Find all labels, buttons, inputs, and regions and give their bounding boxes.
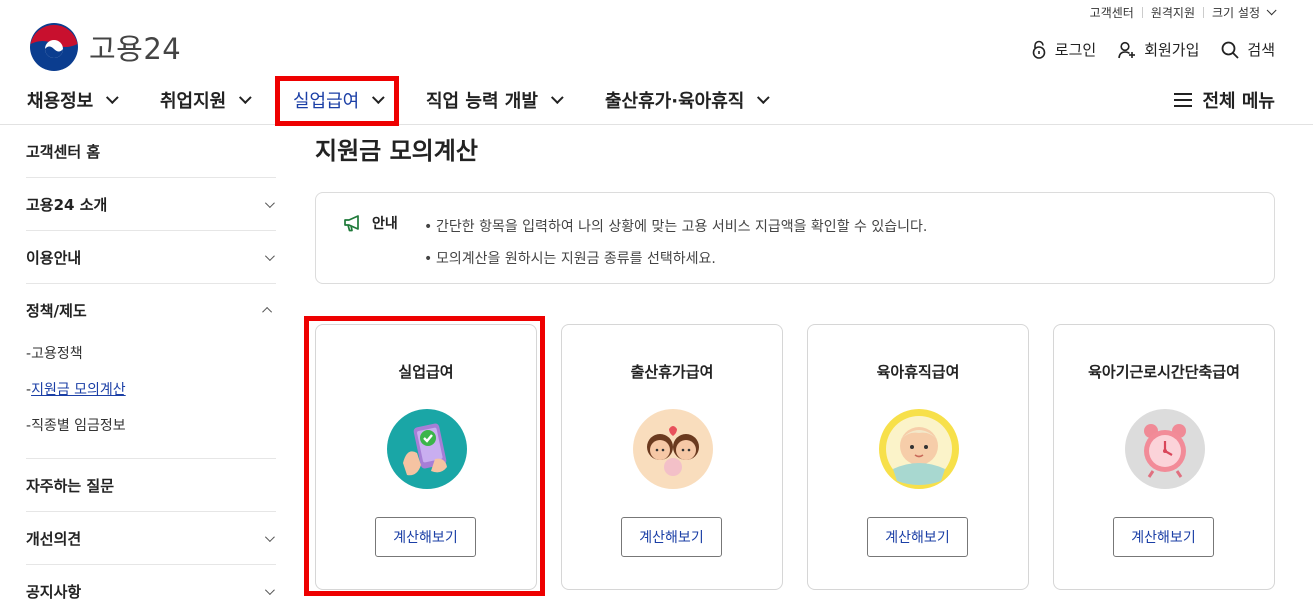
side-item-label: 정책/제도 xyxy=(26,301,87,320)
side-item-label: 고객센터 홈 xyxy=(26,142,101,161)
card-title: 실업급여 xyxy=(398,363,454,381)
hamburger-icon xyxy=(1174,93,1193,107)
gnb-item-label: 실업급여 xyxy=(293,91,360,112)
card-reduced-hours-benefit[interactable]: 육아기근로시간단축급여 계산해보기 xyxy=(1053,324,1275,590)
all-menu-button[interactable]: 전체 메뉴 xyxy=(1174,76,1275,124)
side-subitem-employment-policy[interactable]: -고용정책 xyxy=(26,336,276,372)
site-logo[interactable]: 고용24 xyxy=(29,22,181,72)
chevron-down-icon xyxy=(264,584,275,595)
font-size-setting[interactable]: 크기 설정 xyxy=(1212,4,1260,21)
card-unemployment-benefit[interactable]: 실업급여 계산해보기 xyxy=(315,324,537,590)
divider xyxy=(1141,7,1143,18)
notice-item: 간단한 항목을 입력하여 나의 상황에 맞는 고용 서비스 지급액을 확인할 수… xyxy=(424,211,927,243)
calculate-button[interactable]: 계산해보기 xyxy=(867,517,968,557)
global-nav: 채용정보 취업지원 실업급여 직업 능력 개발 출산휴가·육아휴직 전체 메뉴 xyxy=(0,76,1313,125)
side-item-guide[interactable]: 이용안내 xyxy=(26,231,276,283)
page-title: 지원금 모의계산 xyxy=(315,137,478,165)
gnb-item-job-info[interactable]: 채용정보 xyxy=(27,76,119,124)
side-item-notice[interactable]: 공지사항 xyxy=(26,565,276,599)
alarm-clock-icon xyxy=(1125,409,1205,489)
side-section-notice: 공지사항 xyxy=(26,565,276,599)
side-item-about[interactable]: 고용24 소개 xyxy=(26,178,276,230)
card-title: 출산휴가급여 xyxy=(630,363,714,381)
logo-text: 고용24 xyxy=(89,32,182,66)
megaphone-icon xyxy=(344,215,359,232)
divider xyxy=(1203,7,1205,18)
chevron-down-icon xyxy=(372,90,385,104)
account-actions: 로그인 회원가입 검색 xyxy=(1009,39,1275,60)
side-sublist: -고용정책 -지원금 모의계산 -직종별 임금정보 xyxy=(26,336,276,458)
chevron-down-icon xyxy=(106,90,119,104)
gnb-item-label: 취업지원 xyxy=(160,91,227,112)
chevron-down-icon xyxy=(1266,5,1277,16)
gnb-item-label: 직업 능력 개발 xyxy=(426,91,538,112)
card-title: 육아휴직급여 xyxy=(876,363,960,381)
remote-support-link[interactable]: 원격지원 xyxy=(1151,4,1195,21)
lock-icon xyxy=(1032,40,1046,59)
gnb-item-unemployment-benefit[interactable]: 실업급여 xyxy=(293,76,385,124)
side-item-policy[interactable]: 정책/제도 xyxy=(26,284,276,336)
card-maternity-leave-benefit[interactable]: 출산휴가급여 계산해보기 xyxy=(561,324,783,590)
all-menu-label: 전체 메뉴 xyxy=(1202,91,1275,112)
search-label: 검색 xyxy=(1247,41,1275,59)
notice-item: 모의계산을 원하시는 지원금 종류를 선택하세요. xyxy=(424,243,927,275)
side-item-label: 공지사항 xyxy=(26,582,82,599)
chevron-down-icon xyxy=(264,531,275,542)
notice-box: 안내 간단한 항목을 입력하여 나의 상황에 맞는 고용 서비스 지급액을 확인… xyxy=(315,192,1275,284)
side-nav: 고객센터 홈 고용24 소개 이용안내 정책/제도 -고용정책 -지원금 모의계… xyxy=(26,125,276,599)
chevron-down-icon xyxy=(264,197,275,208)
side-item-home[interactable]: 고객센터 홈 xyxy=(26,125,276,177)
gnb-item-vocational-training[interactable]: 직업 능력 개발 xyxy=(426,76,564,124)
chevron-down-icon xyxy=(264,250,275,261)
chevron-down-icon xyxy=(239,90,252,104)
calculate-button[interactable]: 계산해보기 xyxy=(1113,517,1214,557)
side-item-faq[interactable]: 자주하는 질문 xyxy=(26,459,276,511)
taegeuk-logo-icon xyxy=(30,23,78,71)
customer-center-link[interactable]: 고객센터 xyxy=(1090,4,1134,21)
card-title: 육아기근로시간단축급여 xyxy=(1088,363,1240,381)
side-subitem-label: 고용정책 xyxy=(31,346,83,362)
side-section-feedback: 개선의견 xyxy=(26,512,276,565)
side-item-label: 고용24 소개 xyxy=(26,195,108,214)
signup-label: 회원가입 xyxy=(1144,41,1200,59)
login-button[interactable]: 로그인 xyxy=(1031,39,1096,60)
notice-label: 안내 xyxy=(343,213,398,233)
side-section-guide: 이용안내 xyxy=(26,231,276,284)
chevron-down-icon xyxy=(550,90,564,104)
user-add-icon xyxy=(1118,41,1136,58)
side-section-faq: 자주하는 질문 xyxy=(26,459,276,512)
chevron-down-icon xyxy=(757,90,771,104)
notice-list: 간단한 항목을 입력하여 나의 상황에 맞는 고용 서비스 지급액을 확인할 수… xyxy=(424,211,927,275)
family-icon xyxy=(633,409,713,489)
side-subitem-subsidy-calculator[interactable]: -지원금 모의계산 xyxy=(26,372,276,408)
side-item-label: 개선의견 xyxy=(26,529,82,548)
phone-check-icon xyxy=(387,409,467,489)
login-label: 로그인 xyxy=(1054,41,1097,59)
utility-bar: 고객센터 원격지원 크기 설정 xyxy=(1090,4,1277,21)
gnb-item-label: 채용정보 xyxy=(27,91,94,112)
chevron-up-icon xyxy=(262,306,273,317)
side-section-about: 고용24 소개 xyxy=(26,178,276,231)
side-item-label: 자주하는 질문 xyxy=(26,476,115,495)
side-item-label: 이용안내 xyxy=(26,248,82,267)
gnb-item-parental-leave[interactable]: 출산휴가·육아휴직 xyxy=(605,76,771,124)
side-subitem-label: 직종별 임금정보 xyxy=(31,418,126,434)
side-subitem-wage-info[interactable]: -직종별 임금정보 xyxy=(26,408,276,444)
side-section-policy: 정책/제도 -고용정책 -지원금 모의계산 -직종별 임금정보 xyxy=(26,284,276,459)
notice-label-text: 안내 xyxy=(372,216,398,232)
baby-icon xyxy=(879,409,959,489)
signup-button[interactable]: 회원가입 xyxy=(1118,39,1199,60)
calculate-button[interactable]: 계산해보기 xyxy=(621,517,722,557)
search-icon xyxy=(1221,41,1240,59)
card-parental-leave-benefit[interactable]: 육아휴직급여 계산해보기 xyxy=(807,324,1029,590)
side-item-feedback[interactable]: 개선의견 xyxy=(26,512,276,564)
calculate-button[interactable]: 계산해보기 xyxy=(375,517,476,557)
gnb-item-employment-support[interactable]: 취업지원 xyxy=(160,76,252,124)
side-subitem-label: 지원금 모의계산 xyxy=(31,382,126,398)
search-button[interactable]: 검색 xyxy=(1221,39,1275,60)
side-section-home: 고객센터 홈 xyxy=(26,125,276,178)
gnb-item-label: 출산휴가·육아휴직 xyxy=(605,91,745,112)
